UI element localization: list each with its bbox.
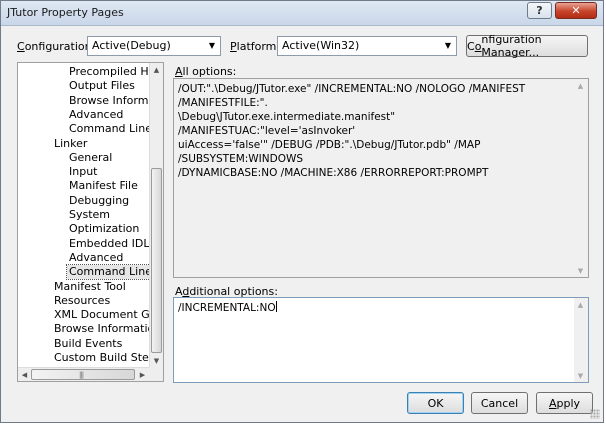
tree-item[interactable]: Debugging [69, 194, 129, 208]
tree-item[interactable]: Optimization [69, 222, 139, 236]
ok-button[interactable]: OK [407, 392, 464, 414]
tree-item[interactable]: Manifest Tool [54, 280, 126, 294]
all-options-label-mnemonic: A [175, 65, 183, 78]
configuration-label-mnemonic: C [17, 40, 25, 53]
apply-button[interactable]: Apply [536, 392, 593, 414]
apply-button-label: pply [556, 396, 581, 410]
window-title: JTutor Property Pages [7, 6, 124, 19]
cancel-button-label: Cancel [480, 396, 519, 410]
grip-icon: ||| [79, 371, 84, 379]
configuration-label: Configuration: [17, 40, 95, 53]
tree-item[interactable]: Manifest File [69, 179, 138, 193]
scroll-up-icon[interactable]: ▲ [574, 79, 587, 92]
platform-select[interactable]: Active(Win32) ▼ [277, 36, 457, 56]
all-options-label-text: ll options: [182, 65, 237, 78]
cancel-button[interactable]: Cancel [471, 392, 528, 414]
text-caret [275, 301, 277, 312]
scrollbar-corner [149, 367, 163, 381]
scroll-down-icon[interactable]: ▼ [574, 369, 587, 382]
all-options-box: /OUT:".\Debug/JTutor.exe" /INCREMENTAL:N… [173, 78, 589, 278]
chevron-down-icon: ▼ [444, 41, 452, 50]
configuration-value: Active(Debug) [92, 39, 171, 52]
tree-item[interactable]: XML Document Genera [54, 308, 163, 322]
tree-vertical-thumb[interactable] [151, 168, 162, 353]
title-buttons: ? ✕ [527, 2, 597, 19]
scroll-down-icon[interactable]: ▼ [574, 264, 587, 277]
additional-options-scrollbar[interactable]: ▲ ▼ [574, 298, 588, 382]
scroll-right-icon[interactable]: ▶ [136, 368, 149, 381]
scroll-up-icon[interactable]: ▲ [150, 63, 163, 76]
apply-button-mnemonic: A [548, 396, 557, 410]
property-tree[interactable]: Precompiled HeadeOutput FilesBrowse Info… [17, 62, 164, 382]
ok-button-label: OK [427, 396, 444, 410]
scroll-left-icon[interactable]: ◀ [18, 368, 31, 381]
tree-horizontal-scrollbar[interactable]: ◀ ||| ▶ [18, 367, 149, 381]
tree-item[interactable]: System [69, 208, 110, 222]
configuration-select[interactable]: Active(Debug) ▼ [87, 36, 221, 56]
tree-horizontal-thumb[interactable]: ||| [31, 369, 135, 380]
platform-label: Platform: [230, 40, 280, 53]
scroll-down-icon[interactable]: ▼ [150, 354, 163, 367]
all-options-text: /OUT:".\Debug/JTutor.exe" /INCREMENTAL:N… [178, 83, 526, 179]
additional-options-value: /INCREMENTAL:NO [178, 302, 276, 314]
platform-value: Active(Win32) [282, 39, 360, 52]
tree-item[interactable]: Browse Information [54, 322, 161, 336]
tree-item[interactable]: Embedded IDL [69, 237, 149, 251]
all-options-label: All options: [175, 65, 236, 78]
tree-item[interactable]: General [69, 151, 112, 165]
tree-item[interactable]: Linker [54, 137, 87, 151]
tree-item[interactable]: Custom Build Step [54, 351, 156, 365]
tree-item[interactable]: Command Line [69, 122, 152, 136]
tree-item[interactable]: Input [69, 165, 97, 179]
additional-options-field[interactable]: /INCREMENTAL:NO ▲ ▼ [173, 297, 589, 383]
tree-item[interactable]: Build Events [54, 337, 122, 351]
configuration-manager-label-start: C [467, 39, 475, 53]
additional-options-content: /INCREMENTAL:NO [178, 301, 570, 315]
configuration-label-text: onfiguration: [24, 40, 96, 53]
configuration-manager-label-mnemonic: o [474, 39, 482, 53]
close-icon: ✕ [571, 4, 581, 17]
tree-vertical-scrollbar[interactable]: ▲ ▼ [149, 63, 163, 367]
chevron-down-icon: ▼ [208, 41, 216, 50]
scroll-up-icon[interactable]: ▲ [574, 298, 587, 311]
platform-label-text: latform: [236, 40, 281, 53]
tree-item[interactable]: Advanced [69, 251, 123, 265]
help-button[interactable]: ? [527, 2, 552, 19]
configuration-manager-label-rest: nfiguration Manager... [481, 33, 542, 59]
property-pages-window: JTutor Property Pages ? ✕ Configuration:… [0, 0, 604, 423]
configuration-manager-button[interactable]: Co nfiguration Manager... [466, 33, 588, 59]
tree-item[interactable]: Advanced [69, 108, 123, 122]
tree-item-selected[interactable]: Command Line [66, 264, 155, 281]
tree-item[interactable]: Resources [54, 294, 110, 308]
platform-label-mnemonic: P [230, 40, 237, 53]
resize-grip-icon[interactable] [590, 409, 600, 419]
title-bar[interactable]: JTutor Property Pages ? ✕ [1, 1, 603, 26]
all-options-scrollbar[interactable]: ▲ ▼ [574, 79, 588, 277]
tree-item[interactable]: Output Files [69, 79, 135, 93]
close-button[interactable]: ✕ [555, 2, 597, 19]
